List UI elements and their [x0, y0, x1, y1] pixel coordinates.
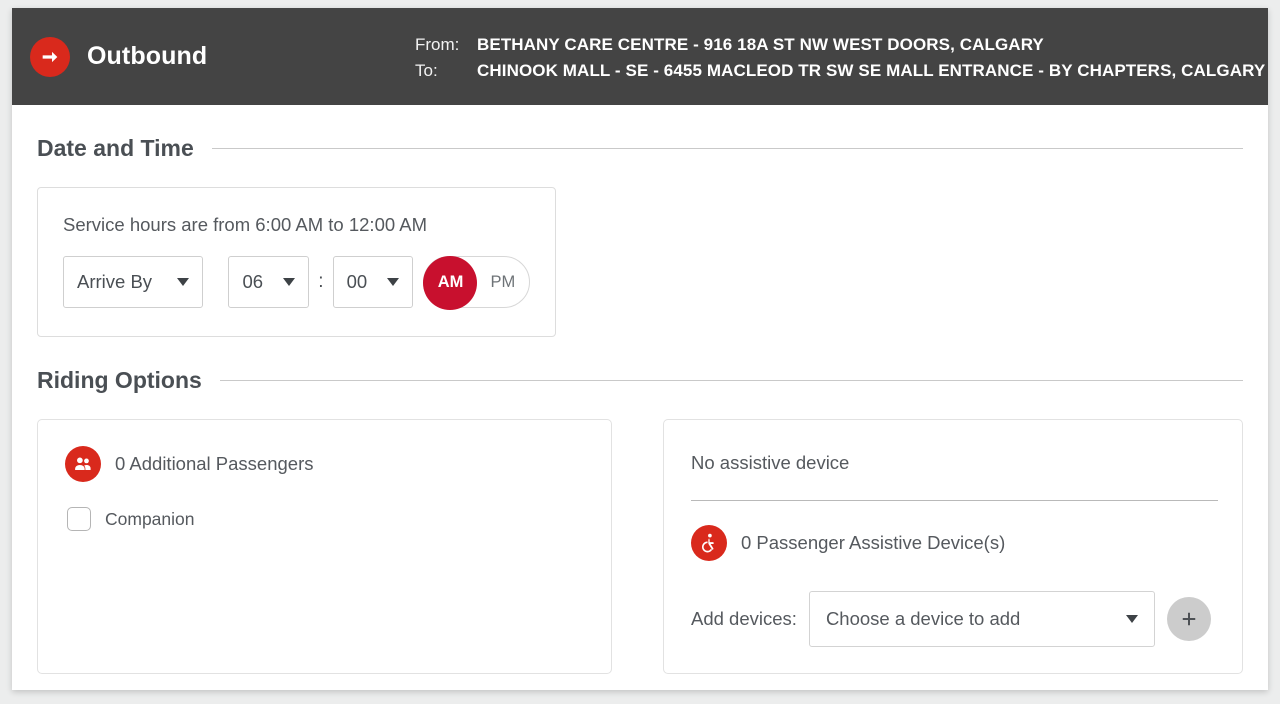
add-device-button[interactable] [1167, 597, 1211, 641]
section-divider [212, 148, 1243, 149]
direction-label: Outbound [87, 42, 207, 71]
device-select-value: Choose a device to add [826, 608, 1020, 630]
meridiem-pm-option[interactable]: PM [477, 256, 529, 308]
minute-select[interactable]: 00 [333, 256, 414, 308]
from-label: From: [415, 35, 477, 55]
device-select[interactable]: Choose a device to add [809, 591, 1155, 647]
chevron-down-icon [177, 278, 189, 286]
from-row: From: BETHANY CARE CENTRE - 916 18A ST N… [415, 35, 1268, 55]
add-devices-row: Add devices: Choose a device to add [691, 591, 1215, 647]
assistive-device-card: No assistive device 0 Passenger Assistiv… [663, 419, 1243, 674]
to-label: To: [415, 61, 477, 81]
date-time-section-title: Date and Time [37, 135, 194, 162]
time-controls-row: Arrive By 06 : 00 AM PM [63, 256, 530, 308]
date-time-section-header: Date and Time [37, 135, 1243, 162]
riding-options-grid: 0 Additional Passengers Companion No ass… [37, 419, 1243, 674]
direction-badge: Outbound [30, 37, 415, 77]
from-address: BETHANY CARE CENTRE - 916 18A ST NW WEST… [477, 35, 1044, 55]
service-hours-text: Service hours are from 6:00 AM to 12:00 … [63, 214, 530, 236]
date-time-card: Service hours are from 6:00 AM to 12:00 … [37, 187, 556, 337]
additional-passengers-card: 0 Additional Passengers Companion [37, 419, 612, 674]
time-separator: : [318, 271, 323, 293]
passengers-icon [65, 446, 101, 482]
hour-value: 06 [242, 271, 263, 293]
booking-body: Date and Time Service hours are from 6:0… [12, 135, 1268, 674]
to-address: CHINOOK MALL - SE - 6455 MACLEOD TR SW S… [477, 61, 1265, 81]
minute-value: 00 [347, 271, 368, 293]
additional-passengers-count: 0 Additional Passengers [115, 453, 314, 475]
chevron-down-icon [283, 278, 295, 286]
chevron-down-icon [1126, 615, 1138, 623]
section-divider [220, 380, 1243, 381]
no-assistive-device-text: No assistive device [691, 446, 1215, 474]
meridiem-am-option[interactable]: AM [424, 256, 476, 308]
meridiem-toggle[interactable]: AM PM [423, 256, 530, 308]
chevron-down-icon [387, 278, 399, 286]
passengers-row: 0 Additional Passengers [65, 446, 584, 482]
assistive-device-count: 0 Passenger Assistive Device(s) [741, 532, 1005, 554]
arrive-by-value: Arrive By [77, 271, 152, 293]
trip-addresses: From: BETHANY CARE CENTRE - 916 18A ST N… [415, 33, 1268, 80]
assistive-card-divider [691, 500, 1218, 501]
companion-label: Companion [105, 509, 195, 530]
companion-row[interactable]: Companion [65, 507, 584, 531]
to-row: To: CHINOOK MALL - SE - 6455 MACLEOD TR … [415, 61, 1268, 81]
arrive-by-select[interactable]: Arrive By [63, 256, 203, 308]
add-devices-label: Add devices: [691, 608, 797, 630]
hour-select[interactable]: 06 [228, 256, 309, 308]
arrow-right-icon [30, 37, 70, 77]
booking-page-card: Outbound From: BETHANY CARE CENTRE - 916… [12, 8, 1268, 690]
trip-header: Outbound From: BETHANY CARE CENTRE - 916… [12, 8, 1268, 105]
assistive-device-row: 0 Passenger Assistive Device(s) [691, 525, 1215, 561]
riding-options-section-title: Riding Options [37, 367, 202, 394]
companion-checkbox[interactable] [67, 507, 91, 531]
wheelchair-icon [691, 525, 727, 561]
riding-options-section-header: Riding Options [37, 367, 1243, 394]
